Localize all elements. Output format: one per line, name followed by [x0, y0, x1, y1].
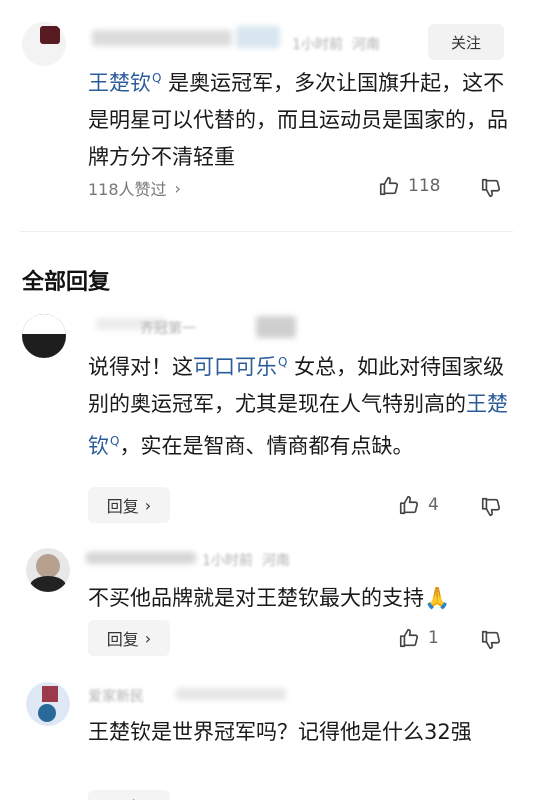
reply-text: 不买他品牌就是对王楚钦最大的支持🙏 — [88, 586, 451, 610]
thumbs-up-icon — [379, 176, 399, 196]
reply-text: 王楚钦是世界冠军吗？记得他是什么32强 — [88, 720, 472, 744]
search-icon: Q — [278, 355, 288, 369]
avatar-badge-blurred — [236, 26, 280, 48]
reply-text: 说得对！这可口可乐Q 女总，如此对待国家级别的奥运冠军，尤其是现在人气特别高的王… — [88, 355, 508, 458]
comment-text: 王楚钦Q 是奥运冠军，多次让国旗升起，这不是明星可以代替的，而且运动员是国家的，… — [88, 71, 508, 169]
dislike-button[interactable] — [480, 629, 502, 651]
pray-emoji: 🙏 — [424, 586, 451, 610]
avatar[interactable] — [26, 548, 70, 592]
mention-link[interactable]: 可口可乐Q — [193, 355, 287, 379]
dislike-button[interactable] — [480, 496, 502, 518]
reply-button[interactable]: 回复 › — [88, 487, 170, 523]
thumbs-down-icon — [481, 630, 501, 650]
mention-link[interactable]: 王楚钦Q — [88, 71, 161, 95]
chevron-right-icon: › — [144, 628, 152, 648]
username-blurred — [86, 552, 196, 564]
reply-meta: 1小时前 河南 — [202, 553, 290, 569]
reply-username: 齐冠第一 — [140, 321, 196, 337]
likes-summary[interactable]: 118人赞过 › — [88, 176, 181, 200]
thumbs-up-icon — [399, 495, 419, 515]
comment-meta: 1小时前 河南 — [292, 37, 380, 53]
avatar[interactable] — [26, 682, 70, 726]
thumbs-down-icon — [481, 497, 501, 517]
meta-blurred — [176, 688, 286, 700]
reply-username: 爱家新民 — [88, 689, 144, 705]
divider — [20, 231, 513, 232]
reply-button[interactable]: 回复 — [88, 790, 170, 800]
like-count: 118 — [408, 176, 441, 196]
username-blurred — [92, 30, 232, 46]
thumbs-up-icon — [399, 628, 419, 648]
like-count: 4 — [428, 495, 439, 515]
like-button[interactable]: 118 — [378, 175, 440, 197]
chevron-right-icon: › — [174, 178, 181, 198]
badge-blurred — [256, 316, 296, 338]
like-button[interactable]: 4 — [398, 494, 439, 516]
avatar[interactable] — [22, 314, 66, 358]
avatar[interactable] — [22, 22, 66, 66]
search-icon: Q — [152, 71, 162, 85]
thumbs-down-icon — [481, 178, 501, 198]
reply-button[interactable]: 回复 › — [88, 620, 170, 656]
like-count: 1 — [428, 628, 439, 648]
section-title: 全部回复 — [22, 270, 111, 295]
dislike-button[interactable] — [480, 177, 502, 199]
follow-button[interactable]: 关注 — [428, 24, 504, 60]
like-button[interactable]: 1 — [398, 627, 439, 649]
chevron-right-icon: › — [144, 495, 152, 515]
